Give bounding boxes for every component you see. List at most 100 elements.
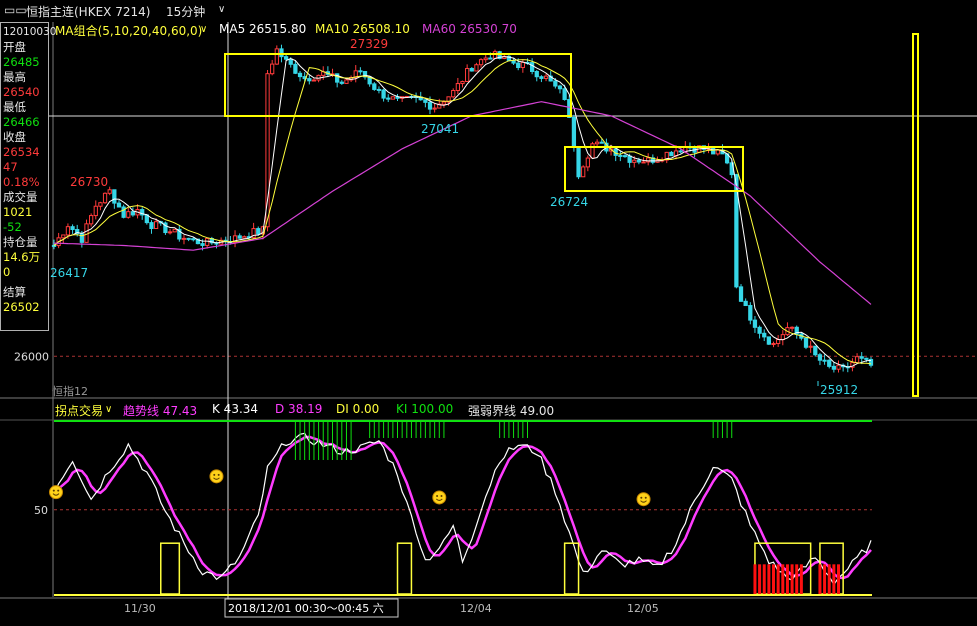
change-pct: 0.18%: [3, 175, 40, 189]
volume-label: 成交量: [3, 190, 38, 204]
candle-body: [386, 97, 391, 100]
trend-line: [53, 435, 872, 580]
signal-bar-red: [753, 564, 757, 594]
candle-body: [297, 72, 303, 78]
candle-body: [339, 81, 344, 84]
candle-body: [520, 61, 525, 69]
ki-value: KI 100.00: [396, 402, 454, 416]
oi-change: 0: [3, 265, 11, 279]
chart-header: ▭▭ 恒指主连(HKEX 7214) 15分钟 ∨: [0, 0, 977, 20]
smiley-icon: [209, 469, 224, 484]
ma10-value: MA10 26508.10: [315, 22, 410, 36]
candle-body: [116, 202, 122, 208]
ma5-value: MA5 26515.80: [219, 22, 307, 36]
candle-body: [288, 58, 293, 65]
candle-body: [172, 228, 177, 233]
signal-bar-red: [790, 564, 794, 594]
candle-body: [358, 70, 363, 73]
oi-value: 14.6万: [3, 250, 41, 264]
candle-body: [539, 76, 544, 79]
candle-body: [553, 80, 558, 87]
candle-body: [715, 149, 720, 155]
trend-value: 趋势线 47.43: [123, 404, 198, 418]
candle-body: [632, 159, 637, 163]
candle-body: [112, 189, 117, 204]
k-line: [53, 432, 872, 586]
candle-body: [757, 326, 762, 334]
signal-bar-red: [758, 564, 762, 594]
signal-box-yellow: [396, 542, 413, 595]
annotation-low-3: 26724: [550, 195, 588, 209]
period-selector[interactable]: 15分钟: [166, 3, 205, 20]
candle-body: [776, 339, 781, 345]
candle-body: [808, 345, 813, 348]
candle-body: [562, 88, 567, 101]
chevron-down-icon[interactable]: ∨: [105, 404, 112, 415]
signal-bar-red: [818, 564, 822, 594]
candle-body: [451, 90, 456, 98]
close-value: 26534: [3, 145, 40, 159]
change-value: 47: [3, 160, 18, 174]
right-yellow-bar: [912, 33, 919, 397]
candle-body: [492, 51, 498, 59]
candle-body: [283, 56, 289, 60]
candle-body: [590, 143, 595, 159]
indicator-tick-50: 50: [34, 504, 48, 517]
oi-label: 持仓量: [3, 235, 38, 249]
time-tick-1204: 12/04: [460, 602, 492, 615]
di-value: DI 0.00: [336, 402, 380, 416]
candle-body: [274, 48, 279, 65]
candle-body: [186, 237, 191, 240]
candle-body: [483, 57, 488, 61]
signal-bar-red: [767, 564, 771, 594]
instrument-title[interactable]: 恒指主连(HKEX 7214): [26, 3, 150, 20]
high-value: 26540: [3, 85, 40, 99]
candle-body: [376, 88, 382, 91]
candle-body: [571, 116, 577, 148]
smiley-icon-eye: [217, 473, 220, 476]
candle-body: [256, 228, 261, 235]
signal-bar-red: [795, 564, 799, 594]
indicator-name[interactable]: 拐点交易: [55, 402, 103, 419]
signal-bar-red: [827, 564, 831, 594]
candle-body: [762, 332, 767, 338]
candle-body: [530, 62, 535, 73]
candle-body: [237, 235, 242, 239]
candle-body: [390, 96, 395, 100]
kline-chart-svg[interactable]: 26000 恒指12 26730 26417 27329 27041 26724 25912 5…: [0, 0, 977, 622]
candle-body: [836, 364, 841, 370]
candle-body: [191, 238, 196, 241]
candle-body: [766, 336, 771, 345]
ma-group-label[interactable]: MA组合(5,10,20,40,60,0): [55, 22, 202, 39]
candle-body: [307, 78, 312, 82]
chevron-down-icon[interactable]: ∨: [200, 24, 207, 35]
candle-body: [516, 62, 521, 69]
smiley-icon-eye: [644, 496, 647, 499]
smiley-icon-eye: [213, 473, 216, 476]
candle-body: [622, 155, 628, 158]
candle-body: [594, 141, 600, 145]
candle-body: [618, 154, 623, 157]
candle-body: [93, 205, 98, 217]
signal-bar-red: [776, 564, 780, 594]
chevron-down-icon[interactable]: ∨: [218, 4, 225, 15]
signal-bar-red: [785, 564, 789, 594]
candle-body: [822, 359, 827, 362]
candle-body: [511, 60, 516, 64]
annotation-low-2: 27041: [421, 122, 459, 136]
signal-bar-red: [837, 564, 841, 594]
low-value: 26466: [3, 115, 40, 129]
candle-body: [372, 83, 377, 90]
candle-body: [859, 356, 864, 359]
candle-body: [126, 211, 131, 218]
candle-body: [423, 99, 428, 103]
candle-body: [488, 57, 493, 60]
annotation-low-1: 26417: [50, 266, 88, 280]
candle-body: [149, 222, 154, 230]
candle-body: [636, 159, 642, 163]
candle-body: [599, 141, 604, 144]
candle-body: [854, 356, 860, 364]
window-icon[interactable]: ▭▭: [4, 3, 27, 17]
candle-body: [738, 286, 744, 302]
candle-body: [748, 305, 753, 321]
